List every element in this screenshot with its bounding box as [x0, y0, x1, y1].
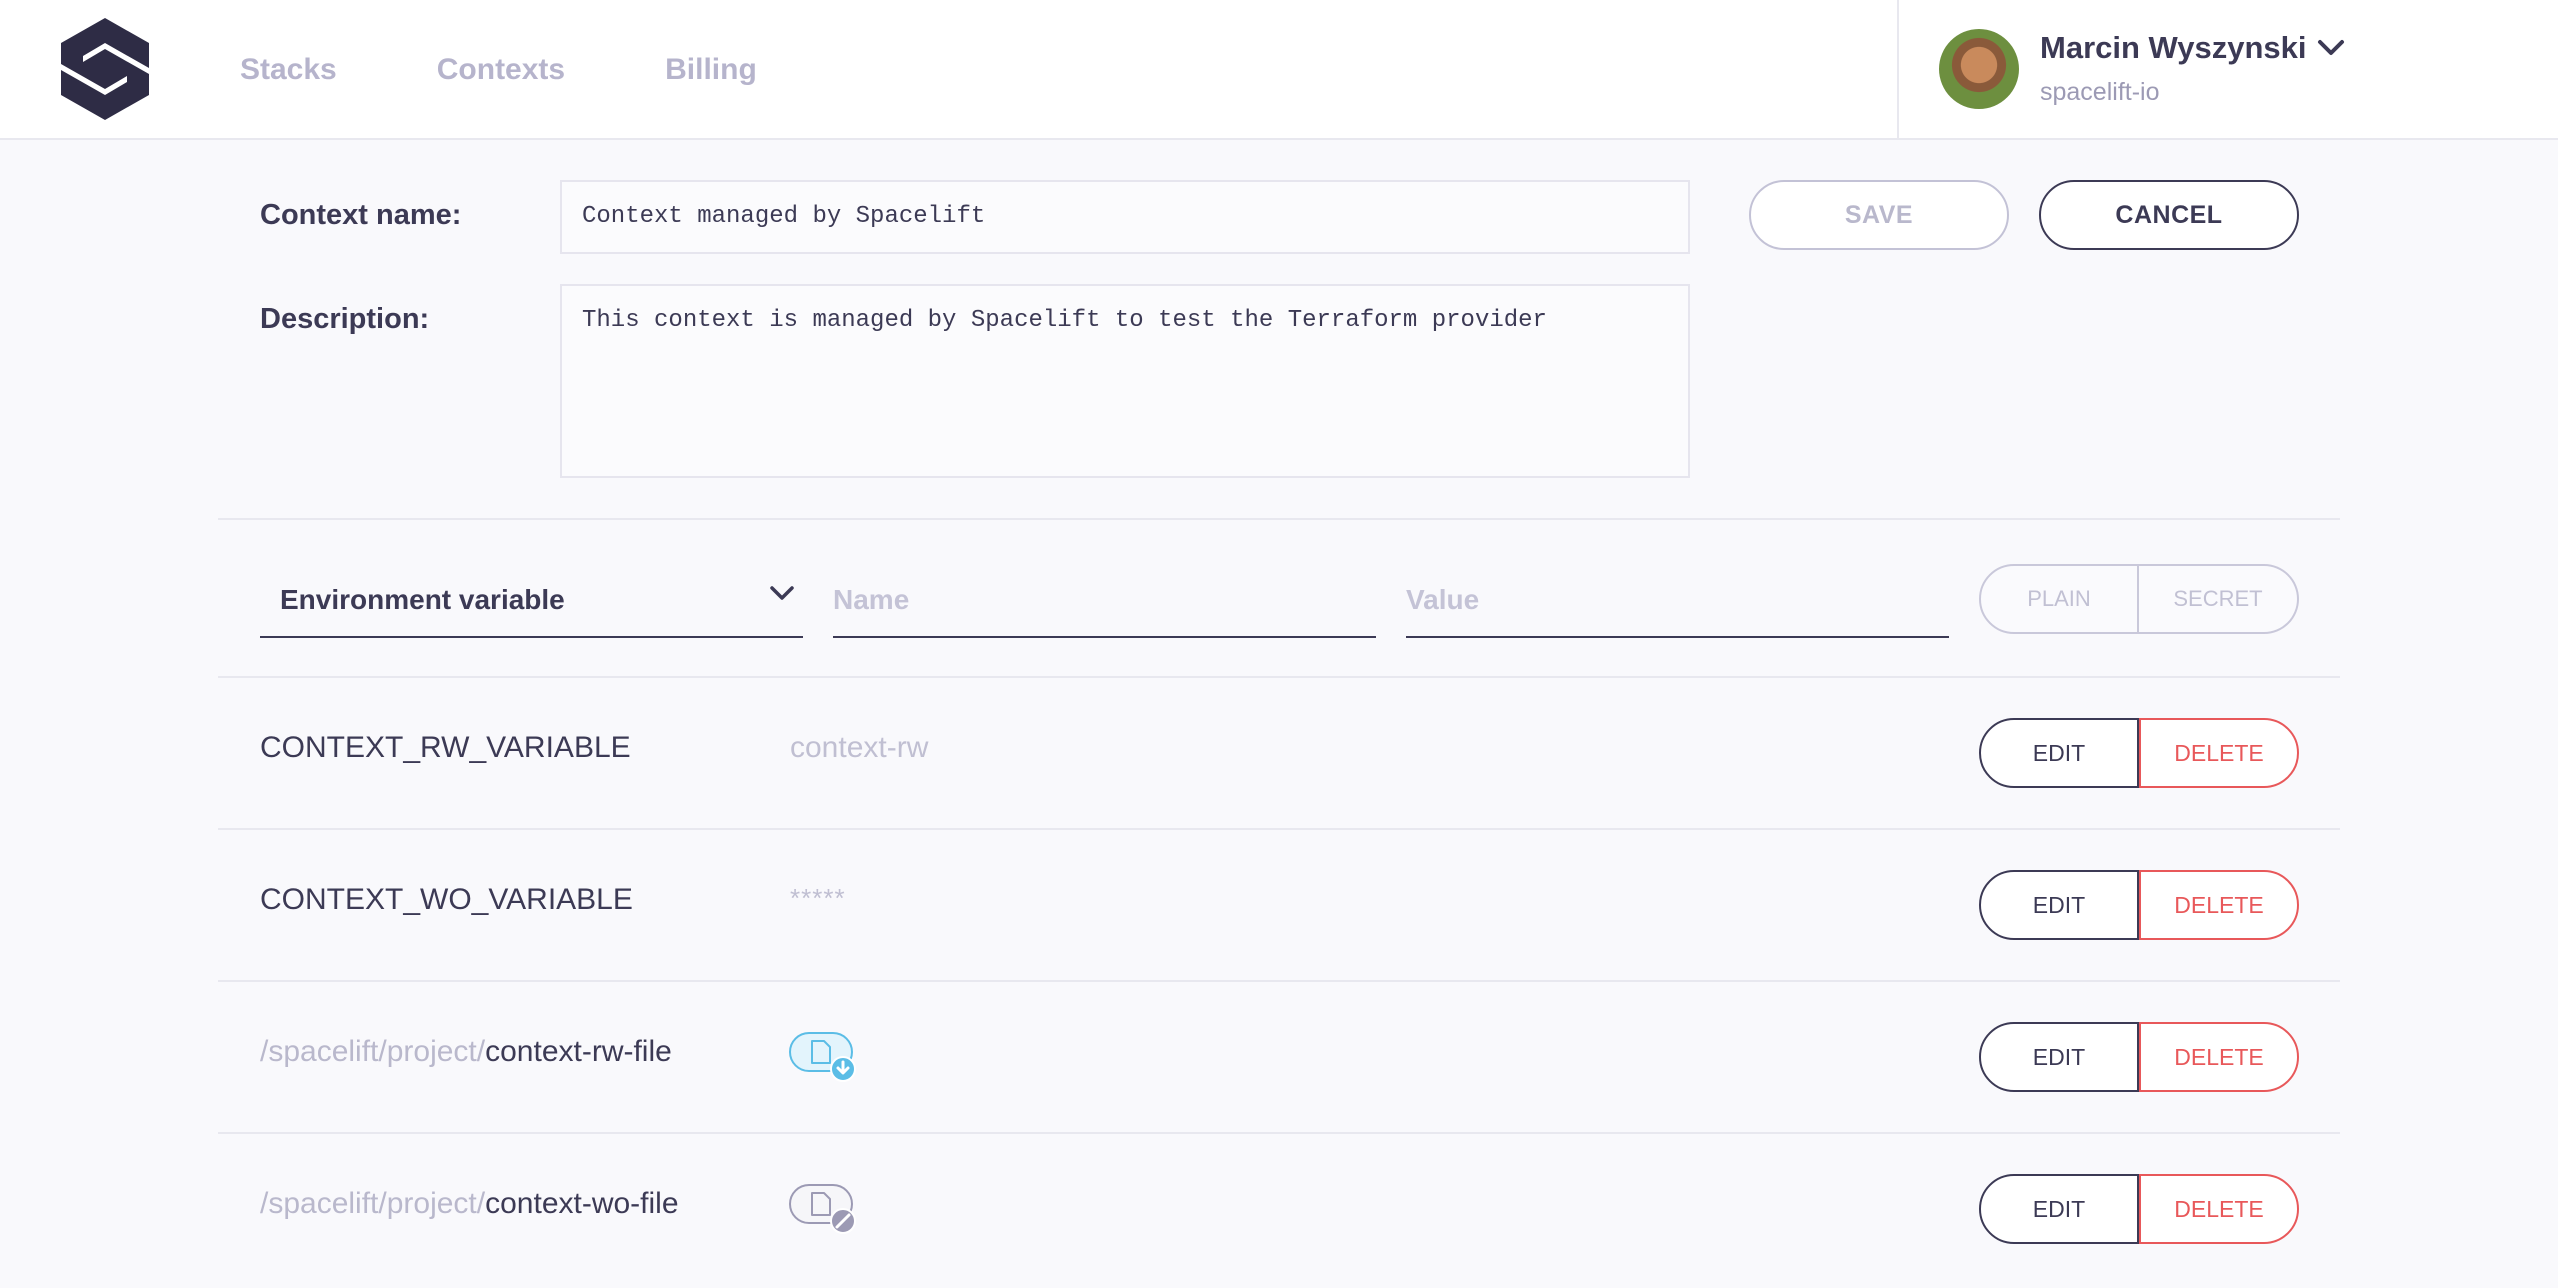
spacelift-logo[interactable] — [55, 14, 155, 124]
chevron-down-icon[interactable] — [2316, 38, 2346, 58]
context-name-label: Context name: — [260, 199, 462, 231]
variable-name: CONTEXT_WO_VARIABLE — [260, 883, 633, 916]
file-path: /spacelift/project/context-wo-file — [260, 1187, 679, 1221]
avatar[interactable] — [1939, 29, 2019, 109]
delete-button[interactable]: DELETE — [2139, 870, 2299, 940]
list-item: CONTEXT_RW_VARIABLE context-rw EDIT DELE… — [218, 677, 2340, 827]
variable-value-masked: ***** — [790, 883, 846, 913]
description-textarea[interactable]: This context is managed by Spacelift to … — [560, 284, 1690, 478]
secret-button[interactable]: SECRET — [2139, 564, 2299, 634]
row-actions: EDIT DELETE — [1979, 870, 2299, 940]
variable-value: context-rw — [790, 731, 929, 764]
row-actions: EDIT DELETE — [1979, 1174, 2299, 1244]
delete-button[interactable]: DELETE — [2139, 718, 2299, 788]
file-path: /spacelift/project/context-rw-file — [260, 1035, 672, 1069]
edit-button[interactable]: EDIT — [1979, 870, 2139, 940]
item-type-select[interactable]: Environment variable — [260, 570, 803, 638]
description-label: Description: — [260, 303, 430, 335]
name-placeholder: Name — [833, 584, 910, 615]
value-placeholder: Value — [1406, 584, 1480, 615]
edit-button[interactable]: EDIT — [1979, 718, 2139, 788]
row-actions: EDIT DELETE — [1979, 1022, 2299, 1092]
list-item: /spacelift/project/context-rw-file EDIT … — [218, 981, 2340, 1131]
save-button[interactable]: SAVE — [1749, 180, 2009, 250]
row-actions: EDIT DELETE — [1979, 718, 2299, 788]
chevron-down-icon — [770, 586, 794, 600]
list-item: CONTEXT_WO_VARIABLE ***** EDIT DELETE — [218, 829, 2340, 979]
delete-button[interactable]: DELETE — [2139, 1174, 2299, 1244]
cancel-button[interactable]: CANCEL — [2039, 180, 2299, 250]
user-menu[interactable]: Marcin Wyszynski spacelift-io — [1897, 0, 2558, 138]
new-item-name-input[interactable]: Name — [833, 570, 1376, 638]
user-name: Marcin Wyszynski — [2040, 30, 2307, 65]
nav-billing[interactable]: Billing — [665, 53, 757, 87]
plain-button[interactable]: PLAIN — [1979, 564, 2139, 634]
file-name: context-wo-file — [485, 1187, 679, 1220]
file-writeonly-icon — [789, 1184, 856, 1234]
context-name-input[interactable]: Context managed by Spacelift — [560, 180, 1690, 254]
variable-name: CONTEXT_RW_VARIABLE — [260, 731, 631, 764]
delete-button[interactable]: DELETE — [2139, 1022, 2299, 1092]
user-org: spacelift-io — [2040, 78, 2160, 106]
file-path-prefix: /spacelift/project/ — [260, 1187, 486, 1220]
file-download-icon[interactable] — [788, 1031, 858, 1083]
edit-button[interactable]: EDIT — [1979, 1022, 2139, 1092]
list-item: /spacelift/project/context-wo-file EDIT … — [218, 1133, 2340, 1283]
new-item-value-input[interactable]: Value — [1406, 570, 1949, 638]
top-bar: Stacks Contexts Billing Marcin Wyszynski… — [0, 0, 2558, 140]
nav-contexts[interactable]: Contexts — [437, 53, 565, 87]
divider — [218, 518, 2340, 520]
file-name: context-rw-file — [485, 1035, 672, 1068]
edit-button[interactable]: EDIT — [1979, 1174, 2139, 1244]
visibility-toggle: PLAIN SECRET — [1979, 564, 2299, 634]
item-type-selected: Environment variable — [280, 584, 565, 615]
file-path-prefix: /spacelift/project/ — [260, 1035, 486, 1068]
nav-stacks[interactable]: Stacks — [240, 53, 337, 87]
main-nav: Stacks Contexts Billing — [240, 0, 757, 140]
